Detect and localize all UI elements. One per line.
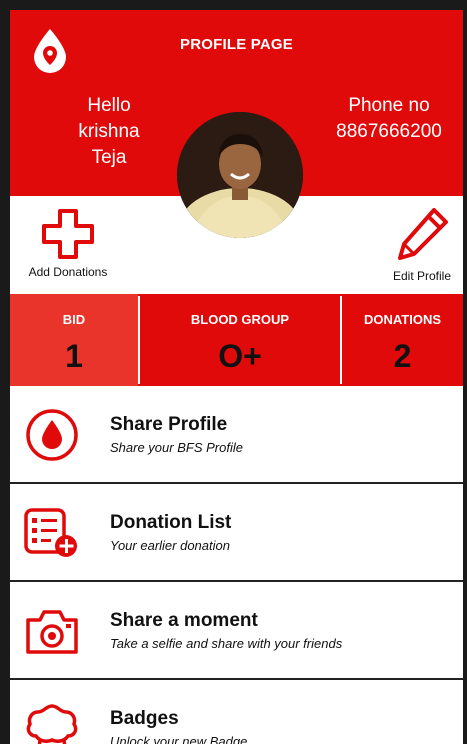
donation-list-item[interactable]: Donation List Your earlier donation (10, 484, 463, 582)
plus-icon (42, 209, 94, 259)
add-donations-label: Add Donations (28, 265, 108, 279)
profile-screen: PROFILE PAGE Hello krishna Teja Phone no… (10, 10, 463, 744)
stat-blood-group: BLOOD GROUP O+ (140, 294, 340, 386)
add-donations-button[interactable]: Add Donations (18, 208, 118, 279)
edit-profile-label: Edit Profile (392, 269, 452, 283)
stats-bar: BID 1 BLOOD GROUP O+ DONATIONS 2 (10, 294, 463, 386)
stat-bid: BID 1 (10, 294, 138, 386)
user-first-name: krishna (78, 121, 140, 142)
camera-icon (26, 610, 78, 654)
stat-donations: DONATIONS 2 (342, 294, 463, 386)
stat-blood-group-label: BLOOD GROUP (190, 312, 290, 327)
blood-drop-icon (26, 409, 78, 461)
badges-subtitle: Unlock your new Badge (110, 734, 248, 744)
avatar[interactable] (177, 112, 303, 238)
stat-donations-label: DONATIONS (363, 312, 442, 327)
badges-title: Badges (110, 708, 179, 729)
donation-list-subtitle: Your earlier donation (110, 538, 230, 553)
greeting-hello: Hello (87, 95, 131, 116)
user-greeting: Hello krishna Teja (54, 93, 164, 171)
stat-blood-group-value: O+ (218, 338, 262, 374)
stat-bid-value: 1 (65, 338, 83, 374)
share-moment-subtitle: Take a selfie and share with your friend… (110, 636, 343, 651)
stat-donations-value: 2 (393, 338, 412, 374)
phone-number: 8867666200 (336, 121, 442, 142)
phone-label: Phone no (348, 95, 430, 116)
user-last-name: Teja (91, 147, 127, 168)
avatar-photo (177, 112, 303, 238)
badges-item[interactable]: Badges Unlock your new Badge (10, 680, 463, 744)
share-moment-title: Share a moment (110, 610, 258, 631)
share-profile-item[interactable]: Share Profile Share your BFS Profile (10, 386, 463, 484)
donation-list-title: Donation List (110, 512, 232, 533)
edit-profile-button[interactable]: Edit Profile (380, 206, 463, 283)
badge-icon (26, 704, 78, 744)
list-add-icon (24, 508, 77, 557)
share-moment-item[interactable]: Share a moment Take a selfie and share w… (10, 582, 463, 680)
share-profile-title: Share Profile (110, 414, 228, 435)
phone-block: Phone no 8867666200 (314, 93, 463, 145)
page-title: PROFILE PAGE (180, 36, 293, 53)
share-profile-subtitle: Share your BFS Profile (110, 440, 243, 455)
pencil-icon (398, 208, 448, 260)
stat-bid-label: BID (62, 312, 86, 327)
